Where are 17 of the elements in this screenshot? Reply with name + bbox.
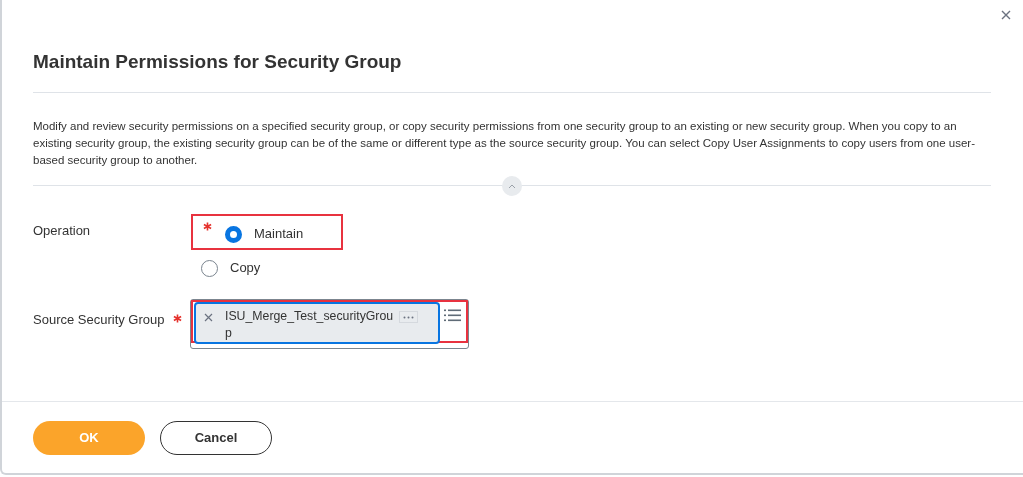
radio-button[interactable]	[225, 225, 242, 243]
field-label: Source Security Group	[33, 312, 165, 328]
field-label: Operation	[33, 223, 91, 239]
chevron-up-icon	[508, 183, 516, 189]
description-text: Modify and review security permissions on a specified security group, or copy security permissions from one security group to an existing or new security group. When you copy to an existing security group, the existing security group can be of the same or different type as the source security group. You can select Copy User Assignments to copy users from one user-based security group to another.	[33, 119, 976, 168]
chip-text: ISU_Merge_Test_securityGroup	[225, 308, 395, 342]
close-icon	[1001, 10, 1011, 20]
cancel-button[interactable]: Cancel	[160, 420, 272, 455]
selected-item-chip[interactable]: ISU_Merge_Test_securityGroup	[194, 302, 440, 344]
remove-icon[interactable]	[204, 313, 213, 322]
radio-button[interactable]	[201, 259, 218, 277]
radio-label: Maintain	[254, 225, 304, 244]
list-icon[interactable]	[444, 309, 461, 322]
close-button[interactable]	[999, 8, 1013, 22]
radio-label: Copy	[230, 259, 261, 278]
prompt-field[interactable]: ISU_Merge_Test_securityGroup	[190, 299, 469, 349]
dialog-title: Maintain Permissions for Security Group	[33, 50, 403, 74]
